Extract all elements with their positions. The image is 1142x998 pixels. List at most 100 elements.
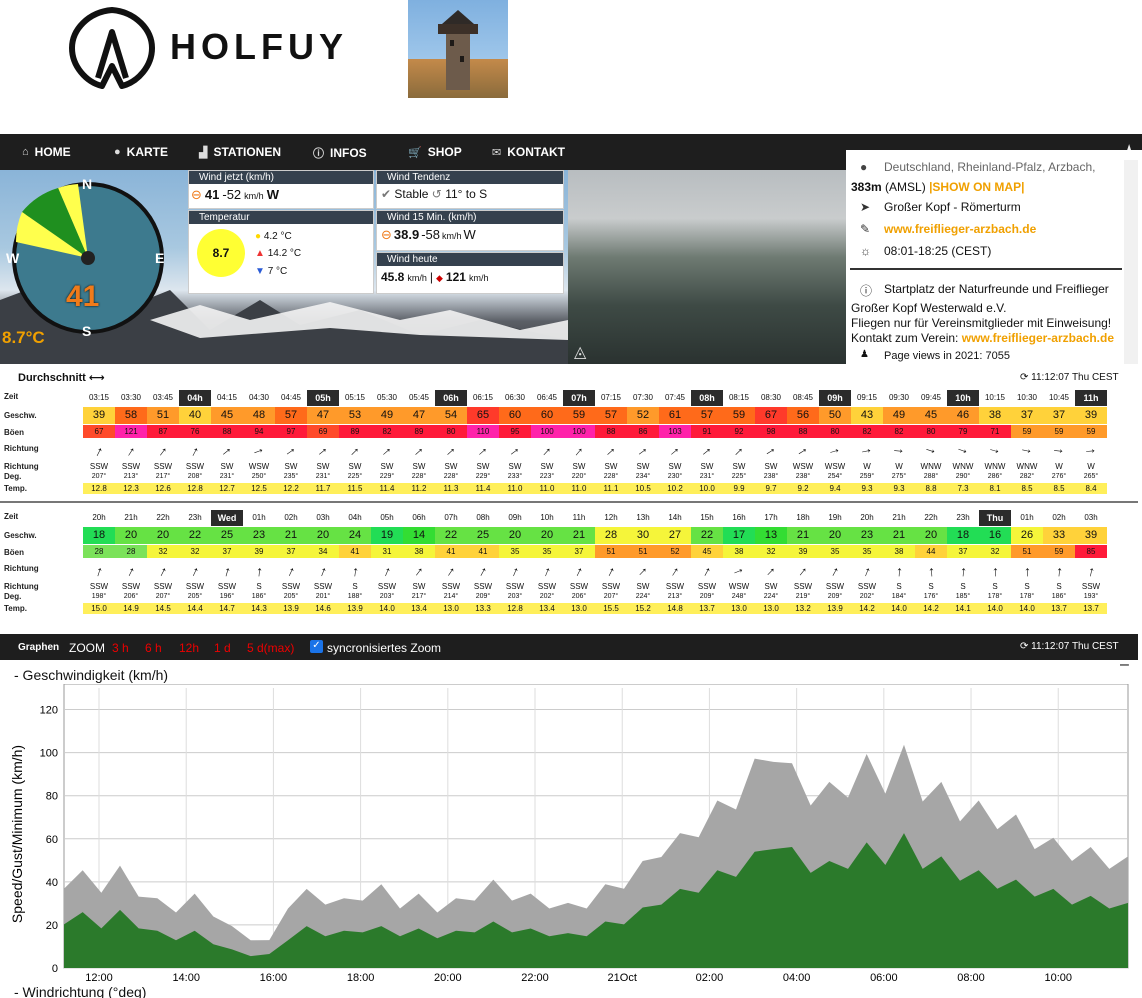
degree-cell: 214° <box>443 593 459 600</box>
club-link[interactable]: www.freiflieger-arzbach.de <box>962 331 1114 345</box>
time-cell: 05:15 <box>344 393 366 402</box>
temp-cell: 11.0 <box>531 483 563 494</box>
direction-arrow-icon: ↑ <box>282 443 300 459</box>
degree-cell: 208° <box>187 473 203 480</box>
nav-shop[interactable]: 🛒 SHOP <box>408 145 462 159</box>
gust-cell: 32 <box>147 545 179 558</box>
history-updated: ⟳ 11:12:07 Thu CEST <box>1020 372 1119 383</box>
x-tick-label: 04:00 <box>783 972 811 984</box>
zoom-5d[interactable]: 5 d(max) <box>247 641 294 655</box>
scrollbar[interactable] <box>1124 160 1138 364</box>
direction-cell: SW <box>380 462 394 471</box>
temp-cell: 9.2 <box>787 483 819 494</box>
x-tick-label: 06:00 <box>870 972 898 984</box>
gust-cell: 28 <box>115 545 147 558</box>
time-cell: 20h <box>860 513 874 522</box>
gust-cell: 95 <box>499 425 531 438</box>
speed-cell: 19 <box>371 527 403 544</box>
direction-arrow-icon: ↑ <box>667 562 683 580</box>
gust-cell: 76 <box>179 425 211 438</box>
time-cell: 02h <box>1052 513 1066 522</box>
zoom-6h[interactable]: 6 h <box>145 641 162 655</box>
gust-cell: 41 <box>467 545 499 558</box>
wind-today-card: Wind heute 45.8 km/h | ◆ 121 km/h <box>376 252 564 294</box>
nav-karte[interactable]: ● KARTE <box>114 145 168 159</box>
speed-cell: 20 <box>147 527 179 544</box>
direction-arrow-icon: ↑ <box>730 564 748 578</box>
speed-cell: 57 <box>595 407 627 424</box>
speed-cell: 37 <box>1011 407 1043 424</box>
time-cell: 09h <box>819 390 851 406</box>
direction-arrow-icon: ↑ <box>92 442 106 460</box>
time-cell: 05h <box>307 390 339 406</box>
nav-infos[interactable]: ⓘ INFOS <box>313 145 367 161</box>
speed-cell: 48 <box>243 407 275 424</box>
direction-cell: SSW <box>153 462 173 471</box>
direction-arrow-icon: ↑ <box>123 442 139 460</box>
speed-cell: 21 <box>275 527 307 544</box>
zoom-1d[interactable]: 1 d <box>214 641 231 655</box>
temp-cell: 14.0 <box>979 603 1011 614</box>
degree-cell: 254° <box>827 473 843 480</box>
temp-cell: 11.4 <box>467 483 499 494</box>
direction-arrow-icon: ↑ <box>730 442 748 460</box>
collapse-icon[interactable]: ‒ <box>1120 656 1129 674</box>
temp-cell: 13.0 <box>723 603 755 614</box>
time-cell: 03h <box>1084 513 1098 522</box>
degree-cell: 185° <box>955 593 971 600</box>
x-tick-label: 14:00 <box>172 972 200 984</box>
degree-cell: 209° <box>699 593 715 600</box>
speed-cell: 16 <box>979 527 1011 544</box>
time-cell: 11h <box>572 513 586 522</box>
temp-cell: 14.4 <box>179 603 211 614</box>
gust-cell: 34 <box>307 545 339 558</box>
x-tick-label: 21Oct <box>608 972 637 984</box>
degree-cell: 233° <box>507 473 523 480</box>
time-cell: 08h <box>691 390 723 406</box>
direction-arrow-icon: ↑ <box>894 562 904 580</box>
time-cell: 11h <box>1075 390 1107 406</box>
gust-cell: 38 <box>723 545 755 558</box>
speed-cell: 59 <box>723 407 755 424</box>
nav-stationen[interactable]: ▟ STATIONEN <box>199 145 281 159</box>
time-cell: 05:30 <box>376 393 398 402</box>
webcam-image[interactable]: ◬ <box>568 170 846 364</box>
degree-cell: 178° <box>1019 593 1035 600</box>
nav-kontakt[interactable]: ✉ KONTAKT <box>492 145 565 159</box>
direction-arrow-icon: ↑ <box>890 446 908 456</box>
gust-cell: 100 <box>563 425 595 438</box>
show-on-map-link[interactable]: |SHOW ON MAP| <box>929 180 1024 194</box>
globe-icon: ● <box>114 146 121 158</box>
degree-cell: 193° <box>1083 593 1099 600</box>
temp-cell: 13.7 <box>1043 603 1075 614</box>
mail-icon: ✉ <box>492 146 502 159</box>
average-title[interactable]: Durchschnitt ⟷ <box>18 371 105 384</box>
direction-cell: W <box>1087 462 1095 471</box>
speed-cell: 46 <box>947 407 979 424</box>
sun-icon: ☼ <box>860 244 871 258</box>
direction-cell: SSW <box>121 582 141 591</box>
temp-cell: 12.6 <box>147 483 179 494</box>
direction-cell: SW <box>732 462 746 471</box>
nav-home[interactable]: ⌂ HOME <box>22 145 71 159</box>
zoom-12h[interactable]: 12h <box>179 641 199 655</box>
zoom-3h[interactable]: 3 h <box>112 641 129 655</box>
check-icon: ✔ <box>381 187 392 201</box>
station-photo[interactable] <box>408 0 508 98</box>
speed-cell: 47 <box>403 407 435 424</box>
temp-cell: 12.5 <box>243 483 275 494</box>
degree-cell: 265° <box>1083 473 1099 480</box>
wind-today-title: Wind heute <box>377 253 563 266</box>
station-link[interactable]: www.freiflieger-arzbach.de <box>884 222 1036 236</box>
speed-cell: 20 <box>307 527 339 544</box>
gust-cell: 44 <box>915 545 947 558</box>
sync-checkbox[interactable]: ✓ <box>310 640 323 653</box>
gust-cell: 97 <box>275 425 307 438</box>
direction-arrow-icon: ↑ <box>378 443 396 459</box>
row-label: Temp. <box>4 604 27 613</box>
time-cell: 02h <box>284 513 298 522</box>
temp-avg: 4.2 °C <box>263 231 292 242</box>
direction-arrow-icon: ↑ <box>826 445 844 457</box>
direction-cell: WNW <box>1016 462 1038 471</box>
direction-cell: SSW <box>441 582 461 591</box>
